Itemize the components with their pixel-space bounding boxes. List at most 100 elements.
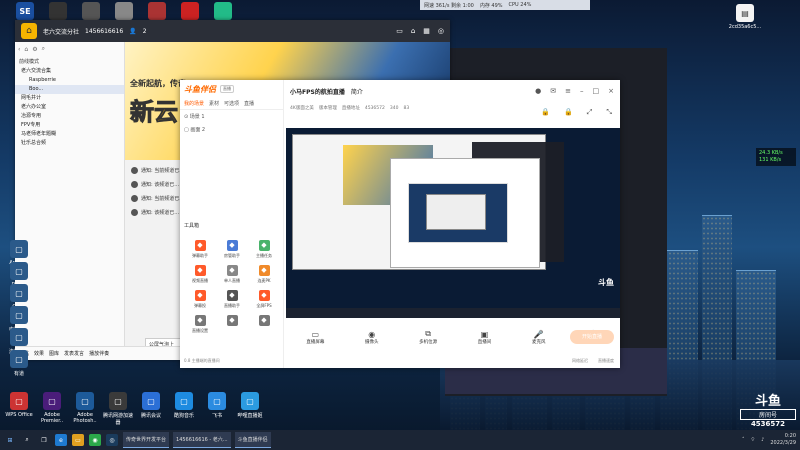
- grid-icon[interactable]: ▦: [423, 27, 430, 35]
- desktop-icon[interactable]: ▢ 飞书: [200, 392, 234, 419]
- footer-link[interactable]: 直播速度: [598, 358, 614, 364]
- volume-icon[interactable]: ♪: [761, 437, 764, 443]
- channel-tree-item[interactable]: Boo...: [15, 85, 124, 94]
- stream-control-button[interactable]: ◉ 摄像头: [365, 330, 379, 345]
- stream-preview[interactable]: 斗鱼: [286, 128, 620, 318]
- scene-item-1[interactable]: ⊙ 场景 1: [180, 110, 283, 123]
- start-stream-button[interactable]: 开始直播: [570, 330, 614, 344]
- desktop-icon[interactable]: ▢ 哔哩直播姬: [233, 392, 267, 419]
- channel-tree-item[interactable]: Raspberrie: [15, 76, 124, 85]
- lock-icon[interactable]: 🔒: [541, 108, 550, 117]
- toolbox-item[interactable]: ◆ 主播任务: [248, 240, 280, 259]
- desktop-file-icon[interactable]: ▤ 2cd35a6c5...: [728, 4, 762, 30]
- app-icon: [82, 2, 100, 20]
- channel-tree-item[interactable]: 老六交流合集: [15, 67, 124, 76]
- search-taskbar-icon[interactable]: ⌕: [21, 434, 33, 446]
- toolbox-item[interactable]: ◆ 视频直播: [184, 265, 216, 284]
- desktop-icon[interactable]: [74, 2, 108, 22]
- expand-icon[interactable]: ⤢: [587, 108, 593, 117]
- desktop-icon[interactable]: ▢ 腾讯网游加速器: [101, 392, 135, 426]
- toolbox-item[interactable]: ◆ 弹幕助手: [184, 240, 216, 259]
- scene-item-2[interactable]: ▢ 画面 2: [180, 123, 283, 136]
- taskbar-app[interactable]: 传奇世界开发平台: [123, 432, 170, 448]
- search-icon[interactable]: ⌕: [42, 45, 45, 53]
- home-icon[interactable]: ⌂: [21, 23, 37, 39]
- desktop-icon[interactable]: [206, 2, 240, 22]
- chat-tool-item[interactable]: 发表发言: [64, 350, 84, 357]
- desktop-icon[interactable]: ▢ 腾讯会议: [134, 392, 168, 419]
- close-icon[interactable]: ×: [608, 87, 614, 95]
- app-icon: ▢: [10, 262, 28, 280]
- toolbox-item[interactable]: ◆ 直播设置: [184, 315, 216, 334]
- stream-control-button[interactable]: 🎤 麦克风: [532, 330, 546, 345]
- channel-tree-item[interactable]: 钍乐总合频: [15, 139, 124, 148]
- channel-tree-item[interactable]: 老六办公室: [15, 103, 124, 112]
- desktop-icon[interactable]: ▢ 有道: [2, 350, 36, 377]
- desktop-icon[interactable]: ▢ Adobe Photosh..: [68, 392, 102, 424]
- home-small-icon[interactable]: ⌂: [24, 46, 28, 53]
- steam-icon[interactable]: ◎: [106, 434, 118, 446]
- stream-control-button[interactable]: ▭ 直播屏幕: [306, 330, 324, 345]
- toolbox-item[interactable]: ◆ 全屏FPS: [248, 290, 280, 309]
- start-icon[interactable]: ⊞: [4, 434, 16, 446]
- douyu-logo: 斗鱼伴侣: [184, 84, 216, 94]
- desktop-icon[interactable]: [140, 2, 174, 22]
- avatar[interactable]: ●: [535, 87, 541, 95]
- toolbox-item[interactable]: ◆: [216, 315, 248, 334]
- toolbox-item[interactable]: ◆ 单人直播: [216, 265, 248, 284]
- control-label: 直播间: [477, 339, 492, 345]
- channel-tree-item[interactable]: 马老师老年题糊: [15, 130, 124, 139]
- taskbar-app[interactable]: 斗鱼直播伴侣: [234, 432, 271, 448]
- desktop-icon[interactable]: ▢ Adobe Premier..: [35, 392, 69, 424]
- video-icon[interactable]: ▭: [396, 27, 403, 35]
- douyu-companion-window[interactable]: 斗鱼伴侣 直播 我的场景 素材 可选项 直播 ⊙ 场景 1 ▢ 画面 2 工具箱 ◆ 弹…: [180, 80, 620, 368]
- mail-icon[interactable]: ✉: [550, 87, 556, 95]
- channel-tree-item[interactable]: 冶源专用: [15, 112, 124, 121]
- douyu-tab[interactable]: 可选项: [224, 100, 239, 107]
- explorer-icon[interactable]: ▭: [72, 434, 84, 446]
- douyu-tab[interactable]: 我的场景: [184, 100, 204, 107]
- douyu-tab[interactable]: 直播: [244, 100, 254, 107]
- taskview-icon[interactable]: ❐: [38, 434, 50, 446]
- desktop-icon[interactable]: ▢ 酷狗音乐: [167, 392, 201, 419]
- desktop-icon[interactable]: [107, 2, 141, 22]
- toolbox-title: 工具箱: [184, 223, 200, 229]
- toolbox-item[interactable]: ◆ 房管助手: [216, 240, 248, 259]
- edge-icon[interactable]: e: [55, 434, 67, 446]
- gamepad-icon[interactable]: ◎: [438, 27, 444, 35]
- chat-tool-item[interactable]: 图库: [49, 350, 59, 357]
- channel-tree-item[interactable]: FPV专用: [15, 121, 124, 130]
- wechat-icon[interactable]: ◉: [89, 434, 101, 446]
- toolbox-item[interactable]: ◆ 直播助手: [216, 290, 248, 309]
- desktop-icon[interactable]: ▢ WPS Office: [2, 392, 36, 418]
- tray-chevron-icon[interactable]: ˄: [742, 437, 745, 443]
- mode-selector[interactable]: 前线模式: [15, 56, 124, 67]
- toolbox-item[interactable]: ◆ 连麦PK: [248, 265, 280, 284]
- stream-control-button[interactable]: ⧉ 多机位源: [419, 329, 437, 345]
- home-nav-icon[interactable]: ⌂: [411, 27, 415, 35]
- stream-control-button[interactable]: ▣ 直播间: [478, 330, 492, 345]
- settings-icon[interactable]: ⚙: [32, 46, 37, 53]
- footer-link[interactable]: 网络延迟: [572, 358, 588, 364]
- toolbox-item[interactable]: ◆ 弹幕投: [184, 290, 216, 309]
- network-icon[interactable]: ⌔: [750, 437, 755, 443]
- channel-tree-item[interactable]: 网毛井计: [15, 94, 124, 103]
- chat-tool-item[interactable]: 播放伴奏: [89, 350, 109, 357]
- minimize-icon[interactable]: –: [580, 87, 584, 95]
- banner-big-text: 新云: [130, 97, 179, 127]
- menu-icon[interactable]: ≡: [565, 87, 571, 95]
- back-icon[interactable]: ‹: [18, 46, 20, 53]
- taskbar-app-label: 传奇世界开发平台: [126, 437, 167, 443]
- maximize-icon[interactable]: □: [593, 87, 600, 95]
- fullscreen-icon[interactable]: ⤡: [606, 108, 612, 117]
- desktop-icon[interactable]: SE: [8, 2, 42, 22]
- room-tag[interactable]: 简介: [351, 87, 363, 96]
- lock2-icon[interactable]: 🔒: [564, 108, 573, 117]
- taskbar-app[interactable]: 1456616616 - 老六...: [173, 432, 231, 448]
- douyu-tab[interactable]: 素材: [209, 100, 219, 107]
- clock[interactable]: 0:20 2022/3/29: [770, 433, 796, 447]
- desktop-icon[interactable]: [173, 2, 207, 22]
- toolbox-item[interactable]: ◆: [248, 315, 280, 334]
- desktop-icon[interactable]: [41, 2, 75, 22]
- banner-small-text: 全新起航，传奇: [130, 79, 186, 88]
